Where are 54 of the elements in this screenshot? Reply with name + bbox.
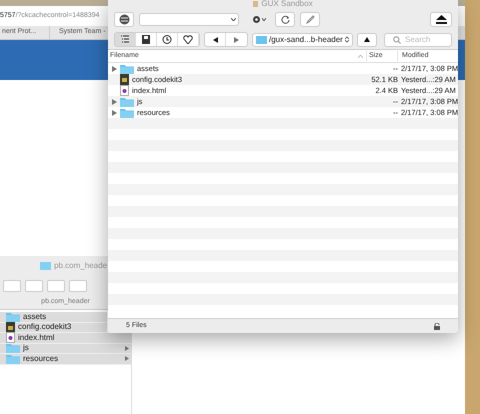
file-row[interactable]: assets [0, 312, 107, 322]
file-name: resources [23, 352, 60, 365]
file-row[interactable]: index.html [0, 333, 131, 344]
view-tab[interactable] [157, 33, 178, 46]
folder-icon [256, 36, 267, 44]
file-row[interactable]: js [0, 344, 131, 354]
globe-icon [118, 14, 130, 24]
file-name: js [23, 342, 30, 354]
document-icon [253, 1, 258, 7]
chevron-down-icon [262, 18, 266, 20]
search-icon [393, 36, 401, 44]
globe-button[interactable] [114, 12, 134, 26]
search-field[interactable]: Search [384, 32, 452, 46]
folder-icon [40, 262, 52, 270]
file-name: assets [23, 310, 48, 323]
triangle-left-icon [212, 36, 218, 42]
document-icon [120, 85, 129, 96]
lock-icon [434, 322, 440, 330]
view-tab[interactable] [115, 33, 136, 46]
refresh-icon [280, 14, 290, 24]
view-switcher[interactable] [114, 32, 200, 47]
up-button[interactable] [357, 32, 377, 46]
clock-icon [162, 35, 172, 44]
navigation-control[interactable] [204, 32, 248, 47]
folder-icon [6, 312, 20, 322]
chevron-down-icon [231, 18, 236, 20]
window-title: pb.com_heade [54, 260, 107, 272]
document-icon [6, 332, 15, 344]
folder-icon [120, 64, 134, 74]
file-name: index.html [18, 332, 56, 344]
file-name: config.codekit3 [18, 321, 72, 334]
refresh-button[interactable] [275, 12, 295, 26]
edit-button[interactable] [300, 12, 320, 26]
document-icon [6, 322, 15, 333]
triangle-right-icon [234, 36, 239, 42]
pencil-icon [306, 14, 314, 24]
path-popup[interactable]: /gux-sand...b-header [252, 32, 353, 46]
list-view-icon [120, 35, 130, 44]
path-text: /gux-sand...b-header [269, 34, 343, 46]
folder-icon [6, 354, 20, 364]
window-title: GUX Sandbox [261, 0, 313, 8]
folder-icon [120, 108, 134, 118]
folder-icon [120, 96, 134, 106]
triangle-up-icon [364, 37, 370, 42]
file-row[interactable]: resources [0, 354, 131, 364]
heart-icon [183, 35, 193, 44]
file-row[interactable]: config.codekit3 [0, 322, 107, 333]
folder-icon [6, 343, 20, 354]
eject-icon [436, 14, 446, 24]
document-icon [120, 74, 129, 85]
view-tab[interactable] [178, 33, 199, 46]
eject-button[interactable] [430, 12, 452, 26]
updown-chevron-icon [345, 36, 349, 43]
view-tab[interactable] [136, 33, 157, 46]
